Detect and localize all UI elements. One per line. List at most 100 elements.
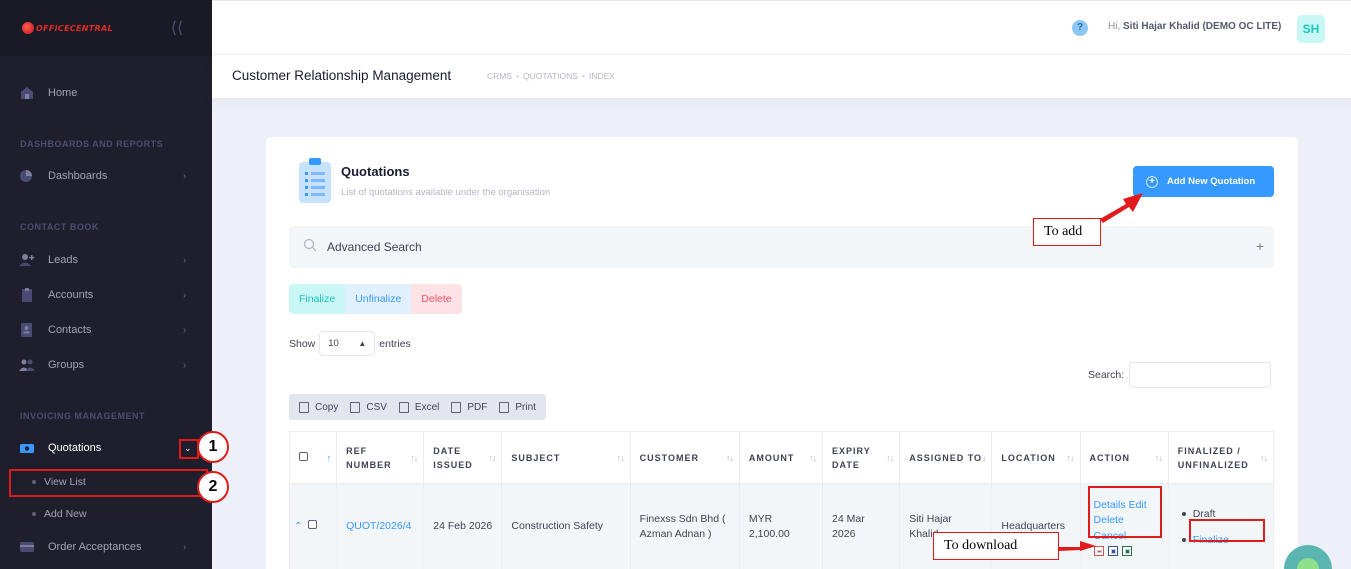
help-icon[interactable]: ? — [1072, 20, 1088, 36]
excel-button[interactable]: Excel — [393, 401, 445, 413]
bullet-icon — [32, 512, 36, 516]
column-subject[interactable]: SUBJECT ↑↓ — [501, 431, 631, 484]
page-title: Customer Relationship Management — [232, 68, 452, 83]
brand-bar: OFFICECENTRAL ⟨⟨ — [0, 0, 212, 56]
page-length-value: 10 — [328, 338, 339, 349]
table-header-row: ↑ REF NUMBER ↑↓ DATE ISSUED ↑↓ SUBJECT ↑↓ C… — [288, 431, 1275, 484]
chevron-right-icon: › — [183, 170, 187, 182]
sort-icon: ↑↓ — [410, 453, 418, 463]
column-label: DATE ISSUED — [433, 445, 473, 470]
finalize-button[interactable]: Finalize — [289, 284, 346, 314]
search-input[interactable] — [1129, 362, 1272, 388]
column-finalized[interactable]: FINALIZED / UNFINALIZED ↑↓ — [1167, 431, 1275, 484]
download-excel-icon[interactable] — [1121, 546, 1132, 556]
home-icon — [21, 87, 33, 99]
column-assigned-to[interactable]: ASSIGNED TO ↑↓ — [899, 431, 993, 484]
select-all-checkbox[interactable] — [299, 451, 308, 461]
subject-cell: Construction Safety — [501, 483, 631, 569]
column-action[interactable]: ACTION ↑↓ — [1079, 431, 1169, 484]
row-checkbox[interactable] — [308, 520, 318, 530]
sort-icon: ↑↓ — [1154, 453, 1163, 463]
add-new-quotation-button[interactable]: + Add New Quotation — [1133, 166, 1274, 197]
officecentral-logo[interactable]: OFFICECENTRAL — [22, 20, 113, 36]
user-greeting[interactable]: Hi, Siti Hajar Khalid (DEMO OC LITE) — [1108, 21, 1281, 32]
column-label: EXPIRY DATE — [832, 445, 871, 470]
chevron-right-icon: › — [183, 254, 187, 266]
expand-plus-icon[interactable]: + — [1256, 238, 1264, 254]
date-issued-cell: 24 Feb 2026 — [423, 483, 503, 569]
sidebar-item-label: Order Acceptances — [48, 541, 142, 553]
subheader: Customer Relationship Management CRMS • … — [212, 55, 1351, 98]
breadcrumb: CRMS • QUOTATIONS • INDEX — [487, 71, 615, 81]
breadcrumb-item[interactable]: CRMS — [487, 71, 512, 81]
advanced-search-toggle[interactable]: Advanced Search + — [289, 226, 1274, 268]
step-badge-2: 2 — [197, 471, 229, 503]
section-invoicing-management: INVOICING MANAGEMENT — [20, 411, 146, 421]
print-button[interactable]: Print — [493, 401, 542, 413]
chevron-right-icon: › — [183, 324, 187, 336]
sidebar-item-order-acceptances[interactable]: Order Acceptances › — [0, 532, 212, 562]
column-date-issued[interactable]: DATE ISSUED ↑↓ — [423, 431, 503, 484]
sidebar-subitem-add-new[interactable]: Add New — [0, 501, 212, 527]
callout-to-download: To download — [933, 532, 1059, 560]
print-label: Print — [515, 401, 536, 413]
ref-number-cell: QUOT/2026/4 — [336, 483, 425, 569]
sidebar-item-accounts[interactable]: Accounts › — [0, 280, 212, 310]
breadcrumb-item[interactable]: INDEX — [589, 71, 615, 81]
breadcrumb-item[interactable]: QUOTATIONS — [523, 71, 578, 81]
printer-icon — [499, 401, 510, 413]
pdf-button[interactable]: PDF — [445, 401, 493, 413]
users-icon — [19, 359, 35, 371]
sidebar-item-dashboards[interactable]: Dashboards › — [0, 161, 212, 191]
sort-icon: ↑↓ — [725, 453, 734, 463]
csv-button[interactable]: CSV — [344, 401, 393, 413]
sort-icon[interactable]: ↑ — [327, 451, 331, 465]
collapse-sidebar-icon[interactable]: ⟨⟨ — [168, 18, 186, 38]
plus-circle-icon: + — [1146, 175, 1158, 188]
sidebar-subitem-label: Add New — [44, 508, 87, 520]
csv-label: CSV — [366, 401, 387, 413]
add-button-label: Add New Quotation — [1167, 176, 1256, 187]
advanced-search-label: Advanced Search — [327, 240, 422, 254]
page-length-select[interactable]: 10 ▲︎ — [319, 331, 376, 356]
download-word-icon[interactable] — [1107, 546, 1118, 556]
annotation-box-actions — [1088, 486, 1162, 538]
ref-number-link[interactable]: QUOT/2026/4 — [346, 520, 411, 532]
column-label: ACTION — [1089, 452, 1131, 463]
column-amount[interactable]: AMOUNT ↑↓ — [738, 431, 824, 484]
annotation-box-view-list — [9, 469, 208, 497]
sidebar-item-label: Accounts — [48, 289, 94, 301]
pdf-label: PDF — [467, 401, 488, 413]
delete-button[interactable]: Delete — [411, 284, 462, 314]
column-label: CUSTOMER — [639, 452, 700, 463]
amount-cell: MYR 2,100.00 — [738, 483, 824, 569]
sidebar-item-groups[interactable]: Groups › — [0, 350, 212, 380]
clipboard-list-icon — [299, 158, 331, 203]
chevron-right-icon: › — [183, 541, 187, 553]
section-dashboards-reports: DASHBOARDS AND REPORTS — [20, 139, 164, 149]
column-customer[interactable]: CUSTOMER ↑↓ — [629, 431, 740, 484]
sidebar-item-leads[interactable]: Leads › — [0, 245, 212, 275]
column-location[interactable]: LOCATION ↑↓ — [991, 431, 1081, 484]
expand-row-icon[interactable]: ⌃ — [294, 521, 302, 532]
column-label: AMOUNT — [748, 452, 795, 463]
column-expiry-date[interactable]: EXPIRY DATE ↑↓ — [822, 431, 901, 484]
address-book-icon — [21, 323, 32, 337]
sidebar-item-home[interactable]: Home — [0, 78, 212, 108]
copy-button[interactable]: Copy — [293, 401, 344, 413]
unfinalize-button[interactable]: Unfinalize — [345, 284, 412, 314]
column-ref-number[interactable]: REF NUMBER ↑↓ — [336, 431, 425, 484]
updown-arrow-icon: ▲︎ — [358, 339, 367, 348]
customer-cell: Finexss Sdn Bhd ( Azman Adnan ) — [629, 483, 740, 569]
sidebar-item-contacts[interactable]: Contacts › — [0, 315, 212, 345]
copy-icon — [299, 401, 309, 413]
column-label: SUBJECT — [511, 452, 561, 463]
logo-mark-icon — [22, 22, 34, 34]
card-title: Quotations — [341, 164, 410, 179]
column-label: LOCATION — [1001, 452, 1056, 463]
avatar[interactable]: SH — [1297, 15, 1325, 43]
sort-icon: ↑↓ — [1066, 453, 1075, 463]
file-csv-icon — [350, 401, 361, 413]
download-pdf-icon[interactable] — [1093, 546, 1104, 556]
file-excel-icon — [398, 401, 409, 413]
